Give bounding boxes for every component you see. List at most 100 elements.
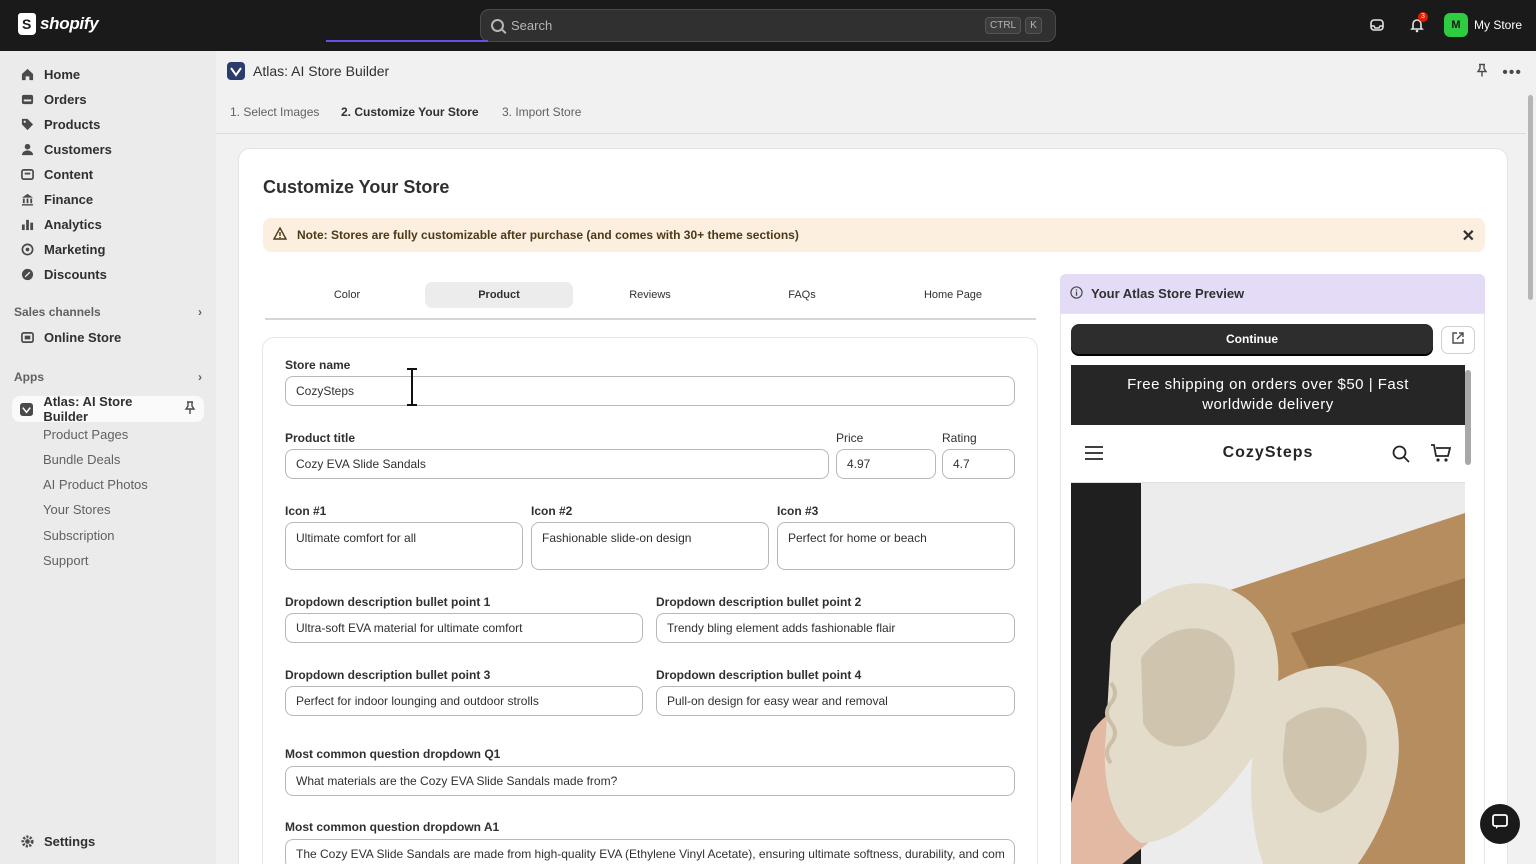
open-external-button[interactable] <box>1441 326 1475 354</box>
store-name-top: My Store <box>1473 18 1522 32</box>
more-options-icon[interactable]: ••• <box>1502 64 1522 82</box>
sidebar-item-settings[interactable]: Settings <box>12 828 204 854</box>
sidebar-label: Online Store <box>44 329 122 345</box>
store-name-label: Store name <box>285 358 351 372</box>
tab-product[interactable]: Product <box>425 282 573 308</box>
product-title-label: Product title <box>285 431 356 445</box>
sidebar-label: Finance <box>44 191 94 207</box>
section-label: Sales channels <box>14 305 101 319</box>
atlas-app-icon <box>20 402 34 416</box>
search-input[interactable] <box>511 18 981 33</box>
bullet2-label: Dropdown description bullet point 2 <box>656 595 862 609</box>
sidebar-label: Atlas: AI Store Builder <box>43 394 133 424</box>
question1-input[interactable] <box>285 766 1015 796</box>
store-name-input[interactable] <box>285 376 1015 406</box>
icon1-input[interactable]: Ultimate comfort for all <box>285 522 523 570</box>
sidebar-label: Marketing <box>44 241 106 257</box>
sidebar-item-analytics[interactable]: Analytics <box>12 211 204 237</box>
preview-scroll-thumb[interactable] <box>1465 370 1471 465</box>
icon3-input[interactable]: Perfect for home or beach <box>777 522 1015 570</box>
target-icon <box>20 242 34 256</box>
step-customize-store[interactable]: 2. Customize Your Store <box>341 105 479 119</box>
announcement-line-1: Free shipping on orders over $50 | Fast <box>1127 376 1409 393</box>
search-icon <box>491 19 504 32</box>
sales-channels-section[interactable]: Sales channels › <box>14 305 202 319</box>
bullet4-input[interactable] <box>656 686 1015 716</box>
product-form: Store name Product title Price Rating Ic… <box>262 337 1038 864</box>
preview-title: Your Atlas Store Preview <box>1091 286 1245 301</box>
sidebar-item-home[interactable]: Home <box>12 61 204 87</box>
apps-section[interactable]: Apps › <box>14 370 202 384</box>
bullet1-input[interactable] <box>285 613 643 643</box>
bullet2-input[interactable] <box>656 613 1015 643</box>
global-search[interactable]: CTRL K <box>480 9 1056 42</box>
step-select-images[interactable]: 1. Select Images <box>230 105 319 119</box>
app-header: Atlas: AI Store Builder ••• <box>216 51 1536 91</box>
bullet3-input[interactable] <box>285 686 643 716</box>
continue-button[interactable]: Continue <box>1071 324 1433 354</box>
customize-tabs: Color Product Reviews FAQs Home Page <box>265 282 1036 320</box>
sidebar-subitem-your-stores[interactable]: Your Stores <box>43 502 110 517</box>
sidebar-subitem-product-pages[interactable]: Product Pages <box>43 427 128 442</box>
sidebar-item-marketing[interactable]: Marketing <box>12 236 204 262</box>
text-cursor-icon <box>407 368 417 406</box>
chat-button[interactable] <box>1480 804 1520 844</box>
product-title-input[interactable] <box>285 449 829 479</box>
step-import-store[interactable]: 3. Import Store <box>502 105 581 119</box>
cart-icon[interactable] <box>1431 444 1452 468</box>
close-icon[interactable]: ✕ <box>1462 226 1475 246</box>
sidebar-label: Discounts <box>44 266 107 282</box>
answer1-input[interactable] <box>285 839 1015 864</box>
price-input[interactable] <box>836 449 936 479</box>
shopify-logo[interactable]: shopify <box>18 13 99 35</box>
sidebar-item-content[interactable]: Content <box>12 161 204 187</box>
announcement-bar: Free shipping on orders over $50 | Fast … <box>1071 365 1465 425</box>
sidebar-item-finance[interactable]: Finance <box>12 186 204 212</box>
sidebar-item-orders[interactable]: Orders <box>12 86 204 112</box>
sidebar-subitem-support[interactable]: Support <box>43 553 89 568</box>
preview-scrollbar[interactable] <box>1465 365 1471 864</box>
sidebar-label: Home <box>44 66 81 82</box>
sidebar-subitem-ai-product-photos[interactable]: AI Product Photos <box>43 477 148 492</box>
home-icon <box>20 67 34 81</box>
customize-card: Customize Your Store Note: Stores are fu… <box>238 148 1508 864</box>
avatar: M <box>1443 13 1468 37</box>
sidebar-item-discounts[interactable]: Discounts <box>12 261 204 287</box>
tab-color[interactable]: Color <box>273 282 421 308</box>
tab-faqs[interactable]: FAQs <box>728 282 876 308</box>
pin-icon[interactable] <box>1476 63 1488 82</box>
chat-icon <box>1491 813 1509 836</box>
page-scrollbar[interactable] <box>1528 95 1533 300</box>
notification-bell-icon[interactable]: 3 <box>1404 12 1430 38</box>
sidebar-item-atlas-app[interactable]: Atlas: AI Store Builder <box>12 394 204 424</box>
sidebar-subitem-bundle-deals[interactable]: Bundle Deals <box>43 452 120 467</box>
sidebar-subitem-subscription[interactable]: Subscription <box>43 528 115 543</box>
store-menu[interactable]: M My Store <box>1443 13 1522 37</box>
tab-reviews[interactable]: Reviews <box>576 282 724 308</box>
pin-icon[interactable] <box>184 401 196 417</box>
tag-icon <box>20 117 34 131</box>
sidebar-item-customers[interactable]: Customers <box>12 136 204 162</box>
info-icon <box>1070 285 1083 302</box>
tab-home-page[interactable]: Home Page <box>879 282 1027 308</box>
sidebar-label: Products <box>44 116 101 132</box>
gear-icon <box>20 834 34 848</box>
store-header: CozySteps <box>1071 425 1465 483</box>
icon3-label: Icon #3 <box>777 504 819 518</box>
chevron-right-icon: › <box>198 305 202 319</box>
search-icon[interactable] <box>1392 445 1410 468</box>
sidebar-item-online-store[interactable]: Online Store <box>12 324 204 350</box>
note-text: Note: Stores are fully customizable afte… <box>297 228 799 242</box>
inbox-icon[interactable] <box>1364 12 1390 38</box>
content-icon <box>20 167 34 181</box>
discount-icon <box>20 267 34 281</box>
page-title: Customize Your Store <box>263 177 450 197</box>
section-label: Apps <box>14 370 44 384</box>
notification-badge: 3 <box>1417 12 1428 22</box>
icon2-input[interactable]: Fashionable slide-on design <box>531 522 769 570</box>
store-preview-frame: Free shipping on orders over $50 | Fast … <box>1071 365 1465 864</box>
sidebar-item-products[interactable]: Products <box>12 111 204 137</box>
answer1-label: Most common question dropdown A1 <box>285 820 500 834</box>
rating-input[interactable] <box>942 449 1015 479</box>
bullet3-label: Dropdown description bullet point 3 <box>285 668 491 682</box>
